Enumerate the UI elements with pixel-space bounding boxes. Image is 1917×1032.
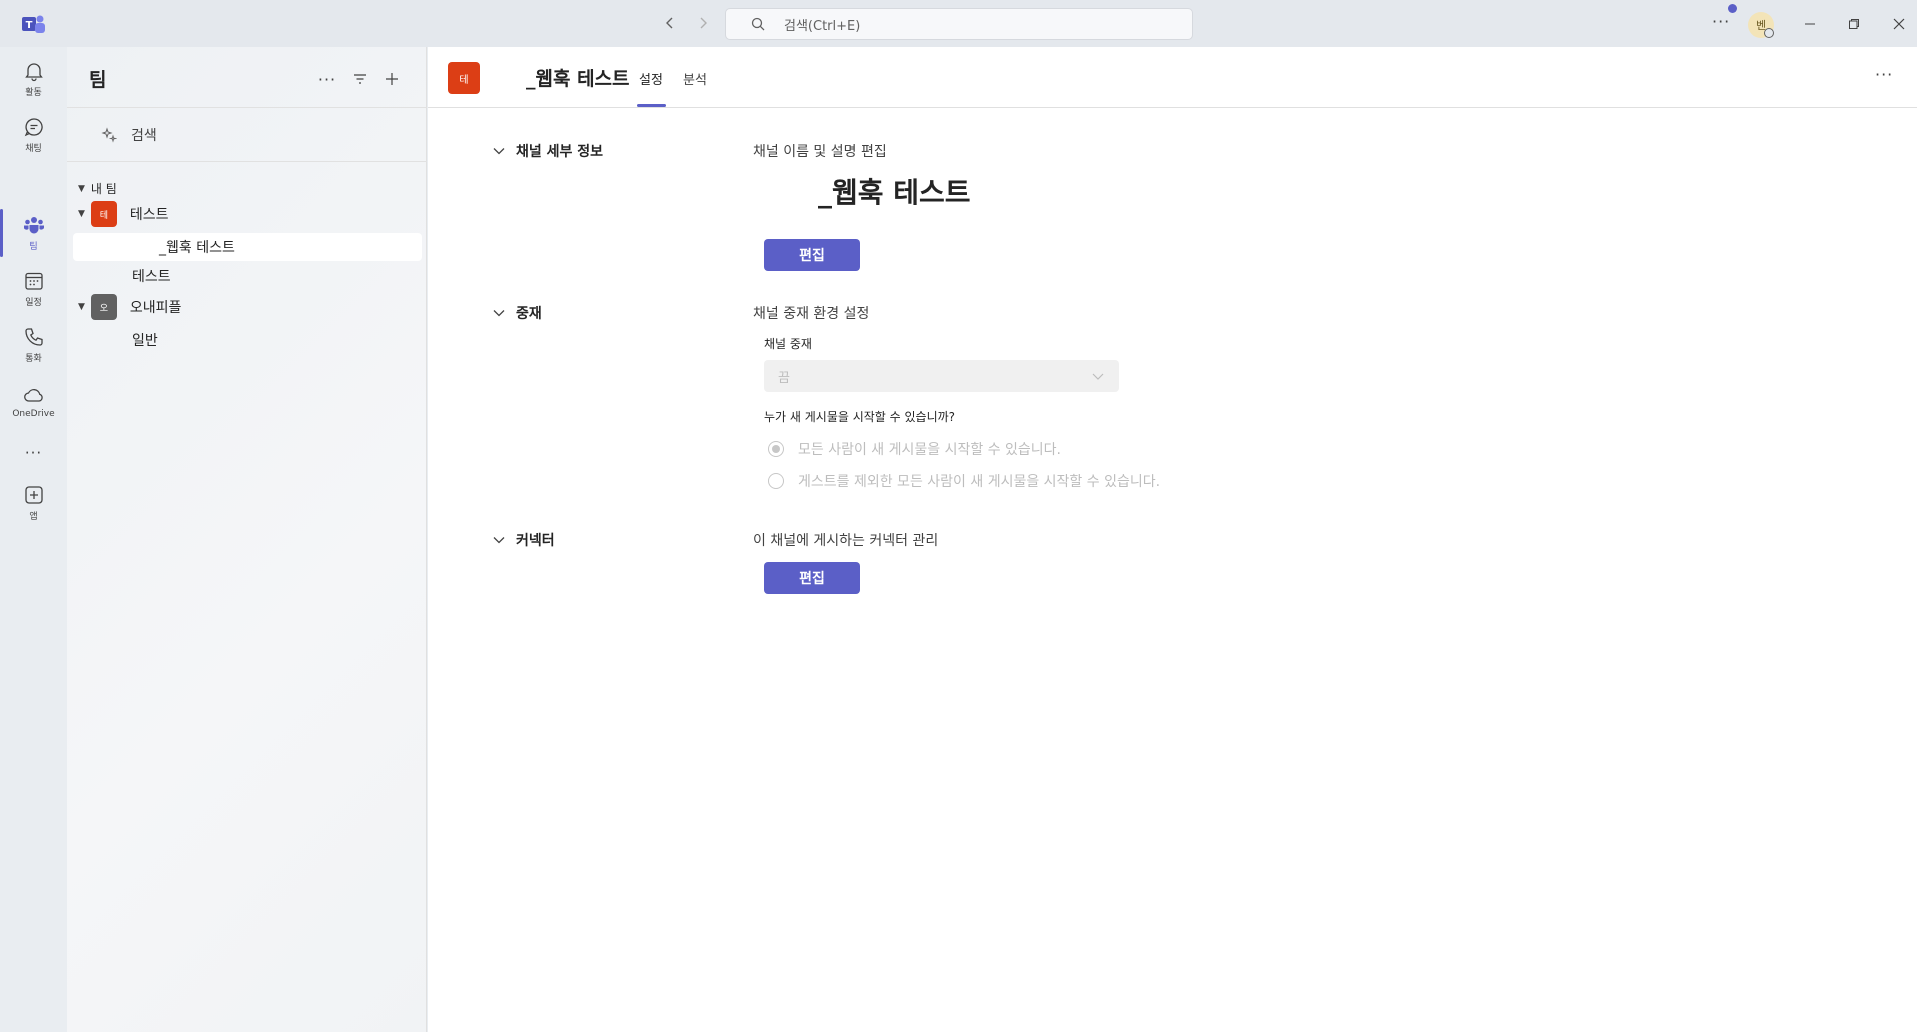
active-tab-indicator xyxy=(637,104,666,107)
caret-down-icon: ▼ xyxy=(78,183,85,194)
main-content: 테 _웹훅 테스트 설정 분석 ··· 채널 세부 정보 채널 이름 및 설명 … xyxy=(428,47,1917,1032)
section-title: 중재 xyxy=(516,306,542,322)
svg-text:T: T xyxy=(26,20,33,31)
dropdown-value: 끔 xyxy=(778,370,790,386)
presence-status-icon xyxy=(1764,28,1774,38)
cloud-icon xyxy=(23,388,43,402)
bell-icon xyxy=(24,63,43,82)
team-name: 오내피플 xyxy=(129,300,182,316)
team-item-test[interactable]: ▼ 테 테스트 xyxy=(78,201,169,227)
rail-item-teams[interactable]: 팀 xyxy=(0,207,67,259)
panel-more-icon[interactable]: ··· xyxy=(315,67,339,91)
restore-icon[interactable] xyxy=(1842,12,1866,36)
caret-down-icon: ▼ xyxy=(78,302,85,312)
rail-item-onedrive[interactable]: OneDrive xyxy=(0,375,67,427)
tab-settings[interactable]: 설정 xyxy=(639,69,663,88)
add-team-icon[interactable] xyxy=(380,67,404,91)
rail-label: 일정 xyxy=(25,298,42,308)
channel-item-general[interactable]: 일반 xyxy=(132,330,158,350)
section-title: 채널 세부 정보 xyxy=(516,144,604,160)
channel-header: 테 _웹훅 테스트 설정 분석 ··· xyxy=(428,47,1917,108)
radio-selected-icon xyxy=(768,441,784,457)
rail-item-apps[interactable]: 앱 xyxy=(0,477,67,529)
chevron-down-icon xyxy=(1092,373,1104,380)
section-description: 이 채널에 게시하는 커넥터 관리 xyxy=(753,533,939,549)
forward-arrow-icon[interactable] xyxy=(693,13,713,33)
my-teams-group[interactable]: ▼ 내 팀 xyxy=(78,180,117,197)
back-arrow-icon[interactable] xyxy=(660,13,680,33)
global-search-input[interactable]: 검색(Ctrl+E) xyxy=(725,8,1193,40)
caret-down-icon: ▼ xyxy=(78,209,85,219)
chevron-down-icon xyxy=(493,310,505,317)
team-avatar: 오 xyxy=(90,294,117,320)
rail-more-icon[interactable]: ··· xyxy=(0,427,67,479)
team-avatar: 테 xyxy=(90,201,117,227)
rail-item-chat[interactable]: 채팅 xyxy=(0,109,67,161)
post-permission-question: 누가 새 게시물을 시작할 수 있습니까? xyxy=(764,410,956,424)
rail-label: 활동 xyxy=(25,88,42,98)
section-description: 채널 이름 및 설명 편집 xyxy=(753,144,887,160)
rail-label: OneDrive xyxy=(12,408,55,419)
team-item-onepeople[interactable]: ▼ 오 오내피플 xyxy=(78,294,181,320)
divider xyxy=(67,107,427,108)
channel-item-test[interactable]: 테스트 xyxy=(132,266,171,286)
add-app-icon xyxy=(24,486,43,504)
moderation-field-label: 채널 중재 xyxy=(764,337,812,351)
teams-icon xyxy=(23,217,44,234)
rail-item-calls[interactable]: 통화 xyxy=(0,319,67,371)
selected-channel-highlight xyxy=(73,233,422,261)
radio-label: 게스트를 제외한 모든 사람이 새 게시물을 시작할 수 있습니다. xyxy=(798,474,1161,490)
close-icon[interactable] xyxy=(1887,12,1911,36)
header-more-icon[interactable]: ··· xyxy=(1875,65,1893,84)
phone-icon xyxy=(24,328,43,346)
radio-unselected-icon xyxy=(768,473,784,489)
notification-dot xyxy=(1728,4,1737,13)
channel-name-display: _웹훅 테스트 xyxy=(818,176,971,209)
minimize-icon[interactable] xyxy=(1798,12,1822,36)
chat-icon xyxy=(24,118,43,137)
sparkle-search-icon xyxy=(101,127,117,143)
section-title: 커넥터 xyxy=(516,533,555,549)
rail-label: 통화 xyxy=(25,354,42,364)
rail-label: 채팅 xyxy=(25,144,42,154)
title-bar: T 검색(Ctrl+E) ··· 벤 xyxy=(0,0,1917,47)
radio-option-everyone[interactable]: 모든 사람이 새 게시물을 시작할 수 있습니다. xyxy=(768,439,1061,459)
rail-item-activity[interactable]: 활동 xyxy=(0,53,67,105)
rail-item-calendar[interactable]: 일정 xyxy=(0,263,67,315)
my-teams-label: 내 팀 xyxy=(90,182,117,196)
edit-details-button[interactable]: 편집 xyxy=(764,239,860,271)
channel-name: 일반 xyxy=(132,333,158,349)
channel-name: 테스트 xyxy=(132,269,171,285)
section-moderation[interactable]: 중재 xyxy=(492,303,542,323)
radio-option-except-guests[interactable]: 게스트를 제외한 모든 사람이 새 게시물을 시작할 수 있습니다. xyxy=(768,471,1160,491)
calendar-icon xyxy=(24,272,43,290)
rail-label: 팀 xyxy=(29,242,38,252)
moderation-dropdown[interactable]: 끔 xyxy=(764,360,1119,392)
section-channel-details[interactable]: 채널 세부 정보 xyxy=(492,141,603,161)
edit-connectors-button[interactable]: 편집 xyxy=(764,562,860,594)
selected-channel-label[interactable]: _웹훅 테스트 xyxy=(159,237,235,257)
chevron-down-icon xyxy=(493,537,505,544)
search-placeholder: 검색(Ctrl+E) xyxy=(784,18,861,34)
app-rail: 활동 채팅 팀 일정 통화 OneDrive ··· 앱 xyxy=(0,47,67,1032)
channel-title: _웹훅 테스트 xyxy=(526,68,630,90)
teams-list-panel: 팀 ··· 검색 ▼ 내 팀 ▼ 테 테스트 _웹훅 테스트 테스트 ▼ 오 오… xyxy=(67,47,427,1032)
channel-avatar: 테 xyxy=(448,62,480,94)
more-options-icon[interactable]: ··· xyxy=(1712,12,1730,31)
filter-icon[interactable] xyxy=(348,67,372,91)
divider xyxy=(67,161,427,162)
chevron-down-icon xyxy=(493,148,505,155)
section-connectors[interactable]: 커넥터 xyxy=(492,530,555,550)
panel-search-label: 검색 xyxy=(131,128,157,144)
tab-analytics[interactable]: 분석 xyxy=(683,69,707,88)
search-icon xyxy=(751,17,765,31)
team-name: 테스트 xyxy=(129,207,169,223)
panel-search-button[interactable]: 검색 xyxy=(101,125,157,145)
section-description: 채널 중재 환경 설정 xyxy=(753,306,870,322)
rail-label: 앱 xyxy=(29,512,38,522)
teams-logo-icon[interactable]: T xyxy=(22,13,46,35)
panel-title: 팀 xyxy=(89,69,107,91)
radio-label: 모든 사람이 새 게시물을 시작할 수 있습니다. xyxy=(798,442,1061,458)
